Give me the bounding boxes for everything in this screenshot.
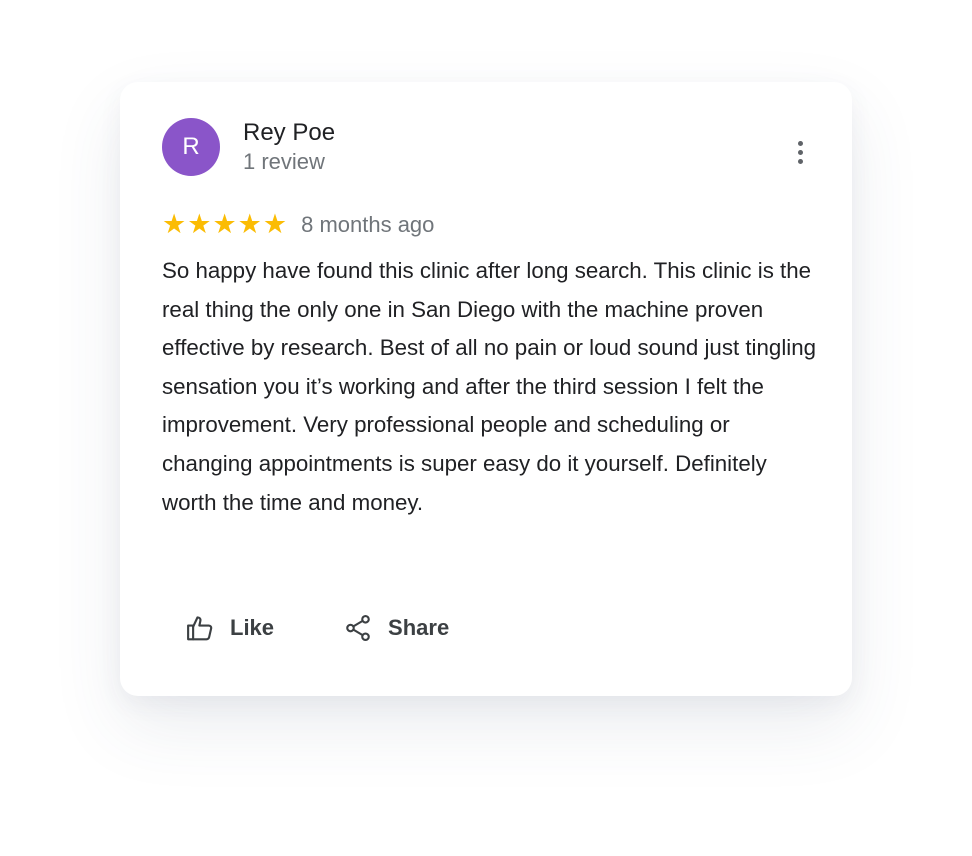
star-icon: ★ <box>212 209 237 240</box>
review-meta: ★ ★ ★ ★ ★ 8 months ago <box>162 210 434 240</box>
review-actions: Like Share <box>184 612 449 644</box>
share-icon <box>342 612 374 644</box>
reviewer-name[interactable]: Rey Poe <box>243 118 335 148</box>
star-rating: ★ ★ ★ ★ ★ <box>162 210 287 240</box>
share-label: Share <box>388 615 450 640</box>
review-header: R Rey Poe 1 review <box>162 118 335 176</box>
star-icon: ★ <box>162 209 187 240</box>
like-button[interactable]: Like <box>184 612 274 644</box>
more-options-button[interactable] <box>788 136 812 168</box>
star-icon: ★ <box>237 209 262 240</box>
reviewer-info: Rey Poe 1 review <box>243 118 335 176</box>
star-icon: ★ <box>262 209 288 240</box>
like-label: Like <box>230 615 275 640</box>
more-vert-icon-dot <box>797 149 803 155</box>
review-card: R Rey Poe 1 review ★ ★ ★ ★ ★ 8 months ago So… <box>120 82 852 696</box>
review-time: 8 months ago <box>301 212 435 237</box>
more-vert-icon-dot <box>797 158 803 164</box>
review-text: So happy have found this clinic after lo… <box>162 258 817 515</box>
share-button[interactable]: Share <box>342 612 449 644</box>
more-vert-icon-dot <box>797 140 803 146</box>
avatar[interactable]: R <box>162 118 220 176</box>
thumbs-up-icon <box>184 612 216 644</box>
review-count: 1 review <box>243 149 325 174</box>
star-icon: ★ <box>187 209 212 240</box>
